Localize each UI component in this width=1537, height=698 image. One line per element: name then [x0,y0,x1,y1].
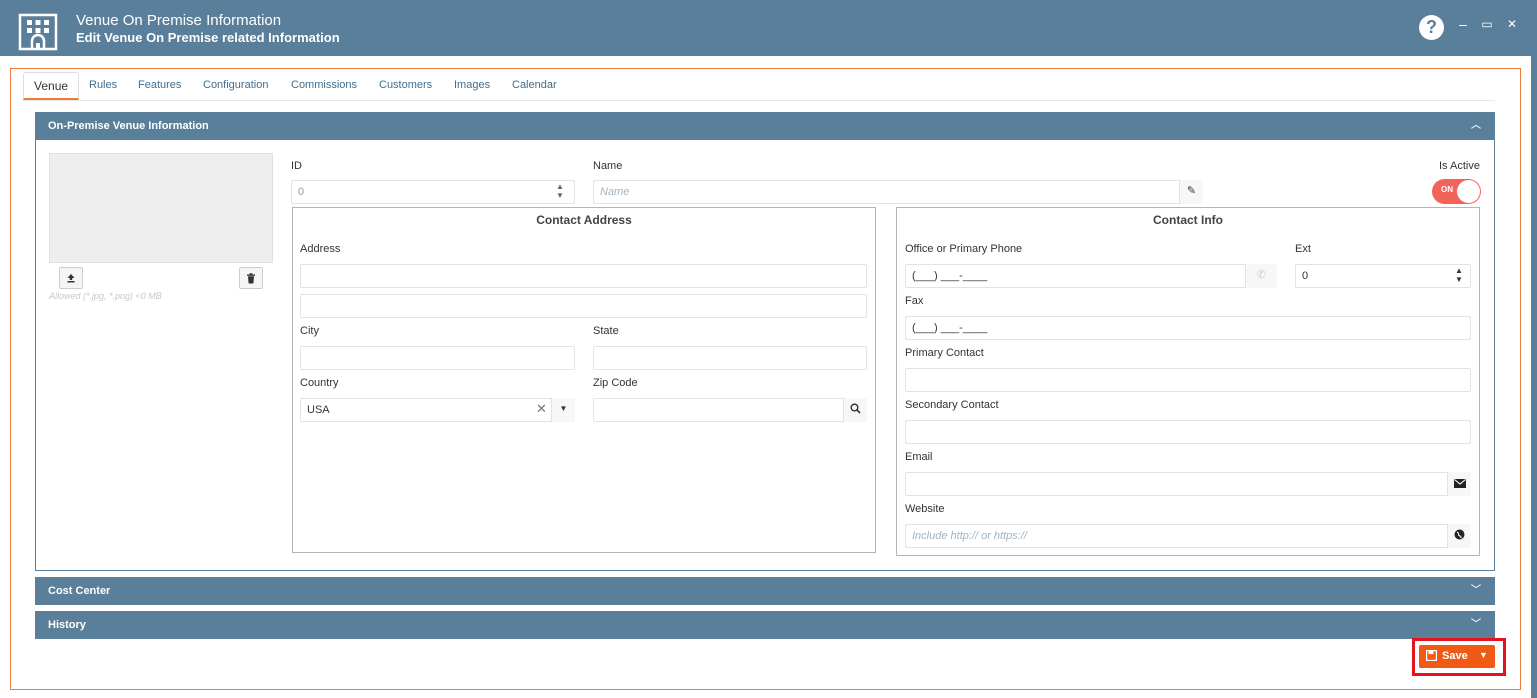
venue-image-preview [49,153,273,263]
is-active-label: Is Active [1439,160,1480,172]
email-label: Email [905,451,933,463]
help-icon[interactable]: ? [1419,15,1444,40]
envelope-icon[interactable] [1447,472,1471,496]
toggle-on-label: ON [1441,185,1453,194]
window-titlebar: Venue On Premise Information Edit Venue … [0,0,1537,56]
id-stepper[interactable]: ▲ ▼ [556,182,564,200]
venue-section-header[interactable]: On-Premise Venue Information ︿ [35,112,1495,140]
tab-customers[interactable]: Customers [379,72,432,100]
maximize-button[interactable]: ▭ [1479,17,1495,31]
fax-label: Fax [905,295,924,307]
tab-images[interactable]: Images [454,72,490,100]
name-label: Name [593,160,623,172]
country-select[interactable]: USA [300,398,575,422]
address-line1-input[interactable] [300,264,867,288]
delete-image-button[interactable] [239,267,263,289]
tab-features[interactable]: Features [138,72,181,100]
clear-icon[interactable]: ✕ [536,401,547,417]
primary-contact-label: Primary Contact [905,347,984,359]
tab-venue[interactable]: Venue [23,72,80,100]
trash-icon [247,273,255,284]
tab-calendar[interactable]: Calendar [512,72,557,100]
tab-commissions[interactable]: Commissions [291,72,357,100]
is-active-toggle[interactable]: ON [1432,179,1481,204]
zip-code-input[interactable] [593,398,867,422]
window-title: Venue On Premise Information [76,12,282,29]
tab-divider [23,100,1495,101]
chevron-down-icon[interactable]: ﹀ [1471,611,1481,639]
cost-center-title: Cost Center [48,585,111,597]
ext-label: Ext [1295,243,1311,255]
primary-contact-input[interactable] [905,368,1471,392]
ext-input[interactable]: 0 [1295,264,1471,288]
address-label: Address [300,243,341,255]
city-label: City [300,325,319,337]
save-label: Save [1442,650,1468,662]
fax-input[interactable]: (___) ___-____ [905,316,1471,340]
website-label: Website [905,503,945,515]
pencil-icon[interactable]: ✎ [1179,180,1203,204]
chevron-down-icon[interactable]: ▼ [551,398,575,422]
country-label: Country [300,377,339,389]
contact-address-fieldset: Contact Address [292,207,876,553]
upload-button[interactable] [59,267,83,289]
tab-rules[interactable]: Rules [89,72,117,100]
venue-section-title: On-Premise Venue Information [48,120,209,132]
toggle-knob [1457,180,1480,203]
minimize-button[interactable]: – [1455,16,1471,32]
window-edge [1531,0,1537,698]
search-icon[interactable] [843,398,867,422]
image-allowed-hint: Allowed (*.jpg, *.png) <0 MB [49,291,162,301]
cost-center-section-header[interactable]: Cost Center ﹀ [35,577,1495,605]
phone-input[interactable]: (___) ___-____ [905,264,1277,288]
ext-stepper[interactable]: ▲ ▼ [1455,266,1463,284]
save-button[interactable]: Save ▼ [1419,645,1495,668]
contact-address-legend: Contact Address [536,213,632,227]
secondary-contact-label: Secondary Contact [905,399,999,411]
history-title: History [48,619,86,631]
city-input[interactable] [300,346,575,370]
zip-code-label: Zip Code [593,377,638,389]
state-label: State [593,325,619,337]
floppy-disk-icon [1426,650,1438,664]
name-input[interactable]: Name [593,180,1203,204]
id-input[interactable]: 0 [291,180,575,204]
chevron-down-icon[interactable]: ﹀ [1471,577,1481,605]
phone-icon[interactable]: ✆ [1245,264,1277,288]
tab-configuration[interactable]: Configuration [203,72,268,100]
email-input[interactable] [905,472,1471,496]
id-label: ID [291,160,302,172]
history-section-header[interactable]: History ﹀ [35,611,1495,639]
building-icon [18,13,58,51]
close-button[interactable]: ✕ [1504,17,1520,31]
caret-down-icon[interactable]: ▼ [1479,650,1488,660]
website-input[interactable]: Include http:// or https:// [905,524,1471,548]
phone-label: Office or Primary Phone [905,243,1023,255]
secondary-contact-input[interactable] [905,420,1471,444]
upload-icon [67,274,75,283]
contact-info-legend: Contact Info [1153,213,1223,227]
window-subtitle: Edit Venue On Premise related Informatio… [76,30,340,45]
address-line2-input[interactable] [300,294,867,318]
state-input[interactable] [593,346,867,370]
chevron-up-icon[interactable]: ︿ [1471,112,1481,140]
globe-icon[interactable] [1447,524,1471,548]
